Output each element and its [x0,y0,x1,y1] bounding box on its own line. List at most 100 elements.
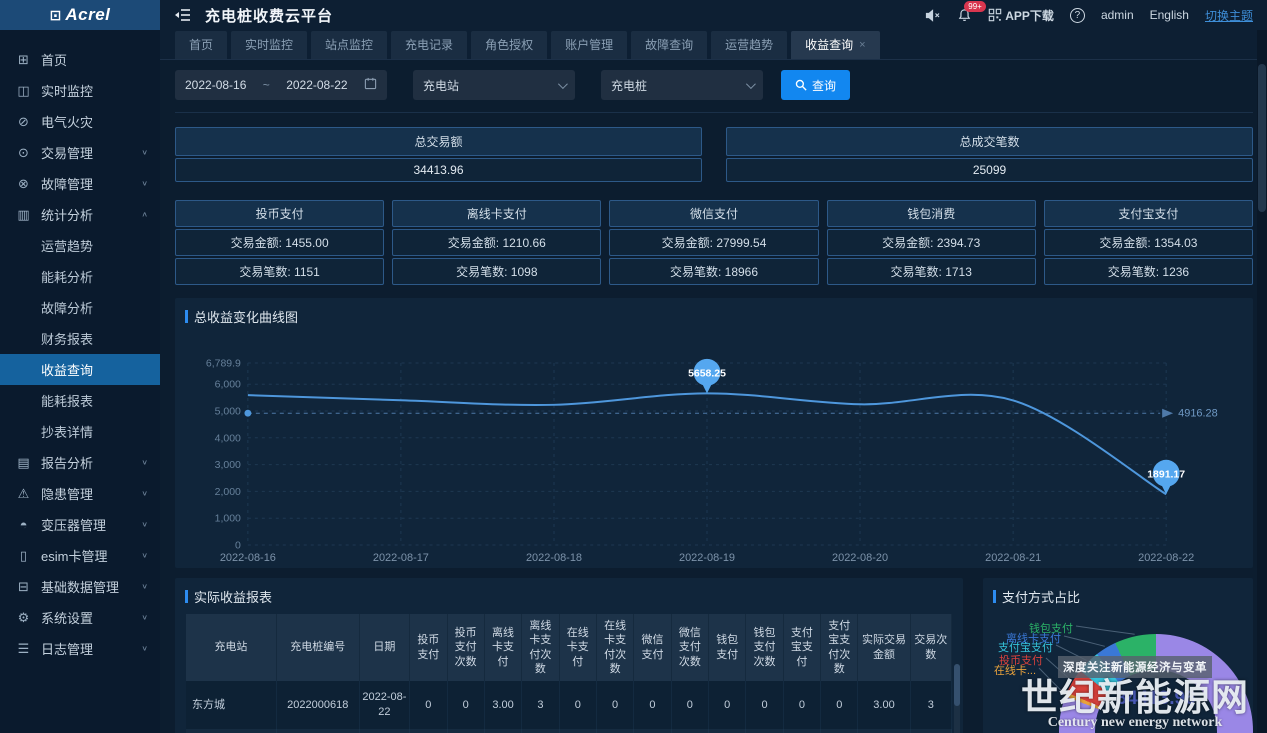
payment-card-count: 交易笔数: 1151 [175,258,384,285]
sidebar-item[interactable]: ⚠ 隐患管理 ∨ [0,478,160,509]
topbar-right: 99+ APP下载 ? admin English 切换主题 [925,7,1253,24]
sidebar-item[interactable]: ☰ 日志管理 ∨ [0,633,160,664]
tab[interactable]: 首页 [175,31,227,59]
tab[interactable]: 运营趋势 [711,31,787,59]
tab-close-icon[interactable]: × [859,39,865,51]
date-range-picker[interactable]: 2022-08-16 ~ 2022-08-22 [175,70,387,100]
pile-select[interactable]: 充电桩 [601,70,763,100]
payment-card-title: 投币支付 [175,200,384,227]
sidebar-item[interactable]: ⊞ 首页 [0,44,160,75]
sidebar-item-label: 统计分析 [41,205,141,224]
table-cell: 0 [746,729,783,733]
tab[interactable]: 账户管理 [551,31,627,59]
tab[interactable]: 故障查询 [631,31,707,59]
table-cell: 0 [634,681,671,729]
table-header-row: 充电站充电桩编号日期投币支付投币支付次数离线卡支付离线卡支付次数在线卡支付在线卡… [186,614,952,681]
app-download-link[interactable]: APP下载 [988,7,1054,24]
table-cell: 2020003052 [276,729,359,733]
payment-card-count: 交易笔数: 1098 [392,258,601,285]
report-table-panel: 实际收益报表 充电站充电桩编号日期投币支付投币支付次数离线卡支付离线卡支付次数在… [175,578,963,733]
table-cell: 0 [447,681,484,729]
bottom-row: 实际收益报表 充电站充电桩编号日期投币支付投币支付次数离线卡支付离线卡支付次数在… [175,578,1253,733]
mute-icon[interactable] [925,9,941,22]
table-cell: 0 [447,729,484,733]
table-cell: 1 [910,729,951,733]
table-cell: 0 [484,729,521,733]
donut-center-value: 34413.96 [1095,688,1217,710]
sidebar-item[interactable]: ⊗ 故障管理 ∨ [0,168,160,199]
tab-label: 站点监控 [325,36,373,53]
table-cell: 0 [783,729,820,733]
table-row[interactable]: 南宁市大阪三区20200030522022-08-220000000100000… [186,729,952,733]
station-select[interactable]: 充电站 [413,70,575,100]
scrollbar-thumb[interactable] [1258,64,1266,212]
revenue-line-chart[interactable]: 01,0002,0003,0004,0005,0006,0006,789.920… [175,330,1253,571]
language-switch[interactable]: English [1150,8,1189,22]
notification-bell-icon[interactable]: 99+ [957,8,972,23]
search-button[interactable]: 查询 [781,70,850,100]
table-row[interactable]: 东方城20220006182022-08-22003.003000000003.… [186,681,952,729]
table-cell: 0 [410,681,447,729]
table-cell: 东方城 [186,681,276,729]
sidebar-item[interactable]: ⊟ 基础数据管理 ∨ [0,571,160,602]
sidebar-item[interactable]: 故障分析 [0,292,160,323]
pie-legend-label[interactable]: 在线卡... [994,662,1036,678]
tab[interactable]: 实时监控 [231,31,307,59]
sidebar-item[interactable]: 收益查询 [0,354,160,385]
page-scrollbar[interactable] [1257,30,1267,733]
chevron-down-icon [746,79,756,89]
table-header-cell: 支付宝支付次数 [821,614,858,681]
svg-text:2022-08-20: 2022-08-20 [832,552,888,564]
summary-card-value: 25099 [726,158,1253,182]
chevron-icon: ∨ [141,179,148,188]
sidebar-item-label: 系统设置 [41,608,141,627]
username[interactable]: admin [1101,8,1134,22]
sidebar-item[interactable]: 财务报表 [0,323,160,354]
sidebar-item[interactable]: ⊙ 交易管理 ∨ [0,137,160,168]
sidebar-item[interactable]: ▤ 报告分析 ∨ [0,447,160,478]
svg-text:2022-08-17: 2022-08-17 [373,552,429,564]
table-cell: 0 [783,681,820,729]
search-icon [795,79,807,91]
sidebar-item[interactable]: 能耗报表 [0,385,160,416]
qr-code-icon [988,8,1002,22]
collapse-sidebar-icon[interactable] [174,8,191,22]
table-cell: 0 [634,729,671,733]
filter-row: 2022-08-16 ~ 2022-08-22 充电站 充电桩 [175,70,1253,113]
svg-text:2,000: 2,000 [215,487,241,498]
topbar: 充电桩收费云平台 99+ APP下载 ? admin English 切换主题 [160,0,1267,30]
payment-card-amount: 交易金额: 1210.66 [392,229,601,256]
tab[interactable]: 站点监控 [311,31,387,59]
sidebar-item-label: 电气火灾 [41,112,148,131]
help-icon[interactable]: ? [1070,8,1085,23]
pile-select-value: 充电桩 [611,77,647,94]
svg-text:3,000: 3,000 [215,460,241,471]
calendar-icon [364,77,377,93]
sidebar-item-label: 实时监控 [41,81,148,100]
theme-switch-link[interactable]: 切换主题 [1205,7,1253,24]
sidebar-item[interactable]: ◓ 变压器管理 ∨ [0,509,160,540]
table-scrollbar[interactable] [954,664,960,733]
summary-card-value: 34413.96 [175,158,702,182]
tab[interactable]: 收益查询 × [791,31,879,59]
sidebar-item[interactable]: 抄表详情 [0,416,160,447]
sidebar-item[interactable]: 能耗分析 [0,261,160,292]
sidebar-item[interactable]: 运营趋势 [0,230,160,261]
payment-card-title: 钱包消费 [827,200,1036,227]
sidebar-item[interactable]: ⊘ 电气火灾 [0,106,160,137]
table-cell: 0 [821,729,858,733]
payment-card-amount: 交易金额: 2394.73 [827,229,1036,256]
svg-text:4,000: 4,000 [215,433,241,444]
summary-card: 总交易额 34413.96 [175,127,702,182]
sidebar-item[interactable]: ▯ esim卡管理 ∨ [0,540,160,571]
tab[interactable]: 角色授权 [471,31,547,59]
tab[interactable]: 充电记录 [391,31,467,59]
sidebar-item[interactable]: ▥ 统计分析 ∧ [0,199,160,230]
sidebar-item[interactable]: ◫ 实时监控 [0,75,160,106]
payment-card: 投币支付 交易金额: 1455.00 交易笔数: 1151 [175,200,384,287]
table-cell: 0 [559,681,596,729]
sidebar-item[interactable]: ⚙ 系统设置 ∨ [0,602,160,633]
title-accent-bar [185,590,188,603]
tab-label: 实时监控 [245,36,293,53]
summary-card-title: 总交易额 [175,127,702,156]
